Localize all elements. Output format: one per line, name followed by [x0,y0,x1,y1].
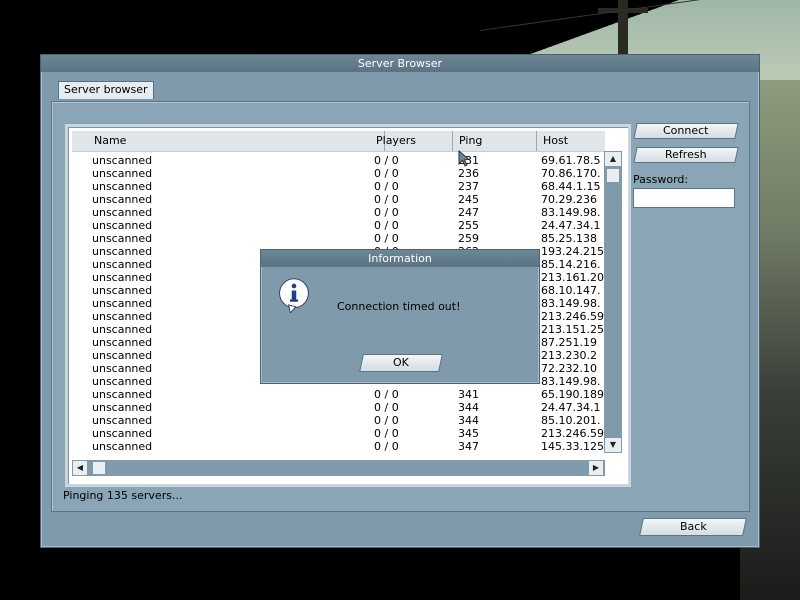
table-row[interactable]: unscanned 0 / 0 245 70.29.236 [72,193,605,206]
info-icon [279,278,309,313]
cell-host: 145.33.125 [541,440,604,453]
cell-name: unscanned [92,180,153,193]
column-header-host[interactable]: Host [537,131,605,151]
dialog-title: Information [261,250,539,267]
cell-host: 68.10.147. [541,284,601,297]
cell-players: 0 / 0 [374,167,399,180]
table-row[interactable]: unscanned 0 / 0 236 70.86.170. [72,167,605,180]
cell-host: 68.44.1.15 [541,180,601,193]
refresh-button[interactable]: Refresh [633,147,739,163]
cell-name: unscanned [92,414,153,427]
window-title: Server Browser [41,55,759,72]
cell-ping: 344 [458,401,479,414]
cell-host: 24.47.34.1 [541,401,601,414]
cell-name: unscanned [92,167,153,180]
cell-players: 0 / 0 [374,440,399,453]
status-text: Pinging 135 servers... [63,489,183,502]
password-input[interactable] [633,188,735,208]
column-header-players[interactable]: Players [370,131,453,151]
column-header-name[interactable]: Name [72,131,385,151]
vertical-scrollbar[interactable]: ▲ ▼ [604,151,622,453]
ok-button[interactable]: OK [359,354,443,372]
list-header: Name Players Ping Host [72,131,605,152]
back-button[interactable]: Back [639,518,747,536]
cell-host: 213.246.59 [541,427,604,440]
tab-bar: Server browser [58,81,154,99]
cell-ping: 245 [458,193,479,206]
table-row[interactable]: unscanned 0 / 0 344 85.10.201. [72,414,605,427]
cell-host: 70.29.236 [541,193,597,206]
dialog-message: Connection timed out! [337,300,461,313]
cell-host: 213.230.2 [541,349,597,362]
cell-host: 193.24.215 [541,245,604,258]
cell-host: 85.25.138 [541,232,597,245]
cell-name: unscanned [92,388,153,401]
cell-name: unscanned [92,440,153,453]
scroll-up-button[interactable]: ▲ [604,151,622,167]
cell-players: 0 / 0 [374,180,399,193]
cell-host: 213.161.20 [541,271,604,284]
cell-players: 0 / 0 [374,427,399,440]
password-label: Password: [633,173,689,186]
cell-host: 69.61.78.5 [541,154,601,167]
cell-players: 0 / 0 [374,401,399,414]
cell-name: unscanned [92,427,153,440]
cell-ping: 344 [458,414,479,427]
cell-ping: 341 [458,388,479,401]
horizontal-scroll-thumb[interactable] [92,461,106,475]
cell-host: 85.14.216. [541,258,601,271]
cell-players: 0 / 0 [374,206,399,219]
table-row[interactable]: unscanned 0 / 0 231 69.61.78.5 [72,154,605,167]
cell-name: unscanned [92,401,153,414]
table-row[interactable]: unscanned 0 / 0 345 213.246.59 [72,427,605,440]
cell-host: 87.251.19 [541,336,597,349]
cell-ping: 347 [458,440,479,453]
cell-ping: 255 [458,219,479,232]
information-dialog: Information Connection timed out! OK [260,249,540,384]
scroll-left-button[interactable]: ◀ [72,460,88,476]
cell-host: 72.232.10 [541,362,597,375]
tab-server-browser[interactable]: Server browser [58,81,154,99]
table-row[interactable]: unscanned 0 / 0 237 68.44.1.15 [72,180,605,193]
cell-name: unscanned [92,193,153,206]
table-row[interactable]: unscanned 0 / 0 255 24.47.34.1 [72,219,605,232]
cell-name: unscanned [92,154,153,167]
cell-host: 65.190.189 [541,388,604,401]
cell-name: unscanned [92,219,153,232]
cell-players: 0 / 0 [374,232,399,245]
cell-host: 70.86.170. [541,167,601,180]
cell-ping: 236 [458,167,479,180]
cell-players: 0 / 0 [374,219,399,232]
cell-host: 83.149.98. [541,206,601,219]
vertical-scroll-thumb[interactable] [606,168,620,183]
table-row[interactable]: unscanned 0 / 0 341 65.190.189 [72,388,605,401]
cell-name: unscanned [92,232,153,245]
cell-host: 83.149.98. [541,375,601,388]
cell-players: 0 / 0 [374,193,399,206]
horizontal-scrollbar[interactable]: ◀ ▶ [72,460,605,476]
cell-host: 24.47.34.1 [541,219,601,232]
cell-name: unscanned [92,206,153,219]
table-row[interactable]: unscanned 0 / 0 344 24.47.34.1 [72,401,605,414]
scroll-right-button[interactable]: ▶ [588,460,604,476]
cell-players: 0 / 0 [374,414,399,427]
table-row[interactable]: unscanned 0 / 0 347 145.33.125 [72,440,605,453]
connect-button[interactable]: Connect [633,123,739,139]
table-row[interactable]: unscanned 0 / 0 259 85.25.138 [72,232,605,245]
cell-ping: 345 [458,427,479,440]
cell-host: 85.10.201. [541,414,601,427]
cell-players: 0 / 0 [374,388,399,401]
cell-host: 83.149.98. [541,297,601,310]
cell-ping: 259 [458,232,479,245]
cell-ping: 247 [458,206,479,219]
cell-host: 213.246.59 [541,310,604,323]
cell-players: 0 / 0 [374,154,399,167]
table-row[interactable]: unscanned 0 / 0 247 83.149.98. [72,206,605,219]
column-header-ping[interactable]: Ping [453,131,537,151]
cell-host: 213.151.25 [541,323,604,336]
mouse-cursor-icon [458,150,471,167]
cell-ping: 237 [458,180,479,193]
scroll-down-button[interactable]: ▼ [604,437,622,453]
